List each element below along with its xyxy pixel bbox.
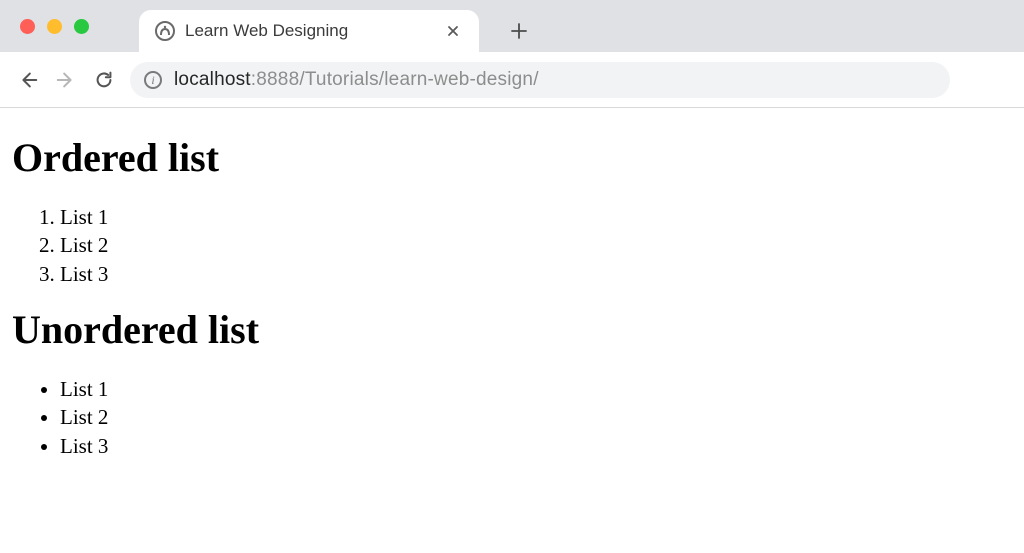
window-titlebar: Learn Web Designing xyxy=(0,0,1024,52)
list-item: List 3 xyxy=(60,260,1012,288)
tab-favicon xyxy=(155,21,175,41)
url-host: localhost xyxy=(174,69,251,90)
heading-ordered-list: Ordered list xyxy=(12,134,1012,181)
browser-toolbar: i localhost:8888/Tutorials/learn-web-des… xyxy=(0,52,1024,108)
url-text: localhost:8888/Tutorials/learn-web-desig… xyxy=(174,69,539,91)
url-port: :8888 xyxy=(251,69,300,90)
new-tab-button[interactable] xyxy=(499,10,539,52)
window-close-button[interactable] xyxy=(20,19,35,34)
list-item: List 2 xyxy=(60,231,1012,259)
list-item: List 2 xyxy=(60,403,1012,431)
reload-button[interactable] xyxy=(92,68,116,92)
list-item: List 1 xyxy=(60,203,1012,231)
traffic-lights xyxy=(0,0,109,52)
forward-button[interactable] xyxy=(54,68,78,92)
address-bar[interactable]: i localhost:8888/Tutorials/learn-web-des… xyxy=(130,62,950,98)
window-minimize-button[interactable] xyxy=(47,19,62,34)
browser-tab[interactable]: Learn Web Designing xyxy=(139,10,479,52)
page-content: Ordered list List 1 List 2 List 3 Unorde… xyxy=(0,108,1024,484)
back-button[interactable] xyxy=(16,68,40,92)
window-maximize-button[interactable] xyxy=(74,19,89,34)
list-item: List 1 xyxy=(60,375,1012,403)
url-path: /Tutorials/learn-web-design/ xyxy=(299,69,538,90)
heading-unordered-list: Unordered list xyxy=(12,306,1012,353)
unordered-list: List 1 List 2 List 3 xyxy=(12,375,1012,460)
list-item: List 3 xyxy=(60,432,1012,460)
close-tab-button[interactable] xyxy=(443,25,463,37)
ordered-list: List 1 List 2 List 3 xyxy=(12,203,1012,288)
tab-title: Learn Web Designing xyxy=(185,21,433,41)
site-info-icon[interactable]: i xyxy=(144,71,162,89)
